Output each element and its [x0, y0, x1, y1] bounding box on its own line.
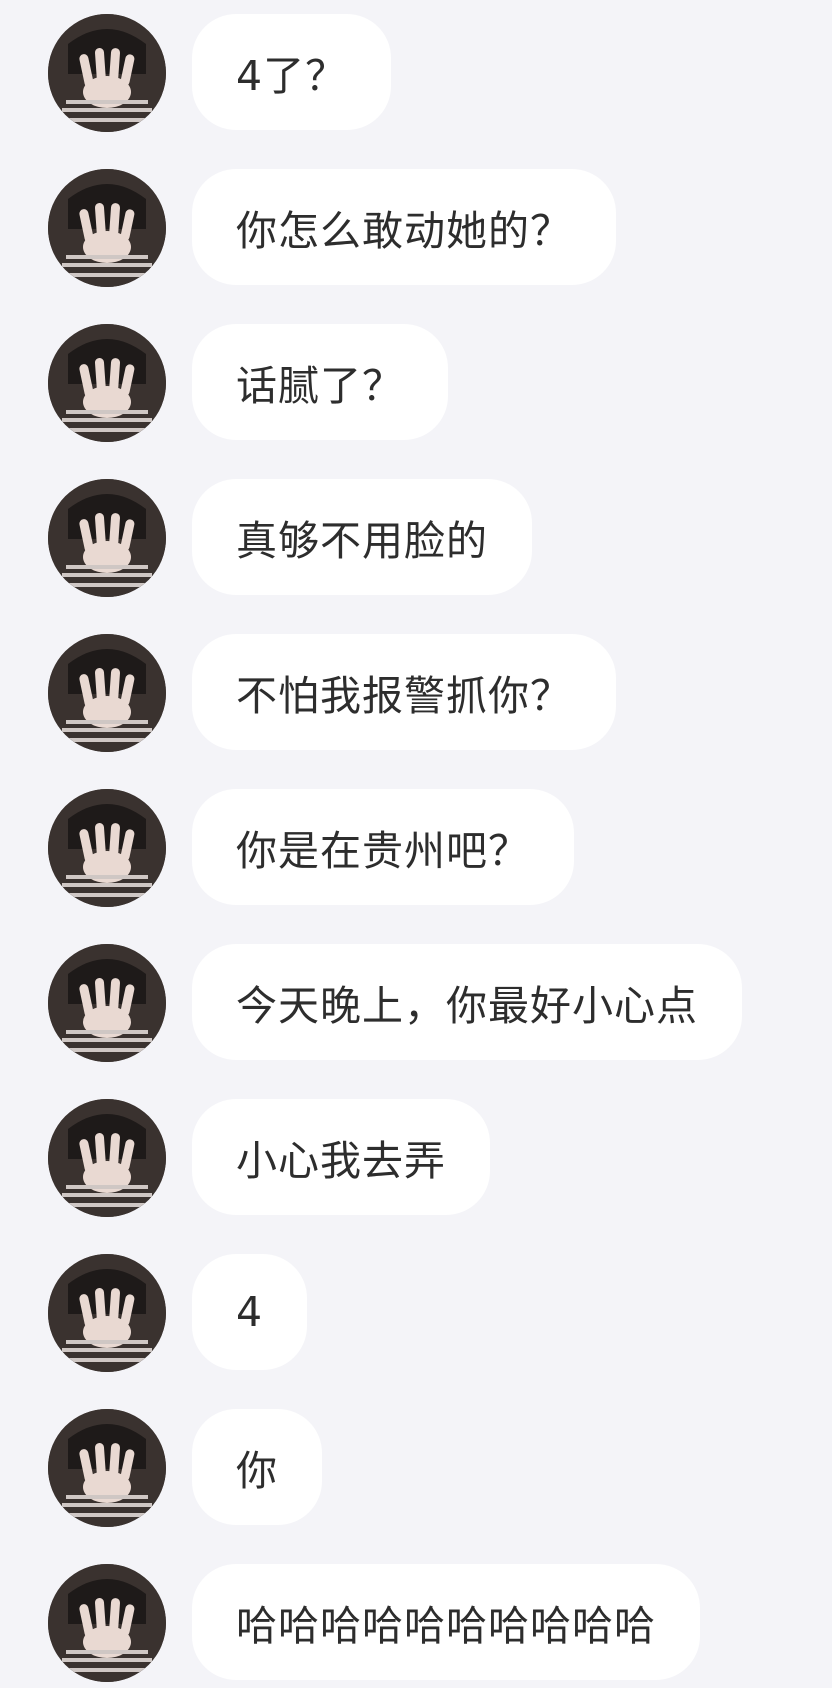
- message-row: 话腻了？: [0, 324, 832, 442]
- avatar[interactable]: [48, 944, 166, 1062]
- message-row: 真够不用脸的: [0, 479, 832, 597]
- message-text: 哈哈哈哈哈哈哈哈哈哈: [236, 1602, 656, 1650]
- message-bubble[interactable]: 今天晚上，你最好小心点: [192, 944, 742, 1060]
- avatar[interactable]: [48, 1409, 166, 1527]
- message-row: 哈哈哈哈哈哈哈哈哈哈: [0, 1564, 832, 1682]
- avatar[interactable]: [48, 14, 166, 132]
- message-row: 你是在贵州吧？: [0, 789, 832, 907]
- message-text: 不怕我报警抓你？: [236, 672, 572, 720]
- avatar[interactable]: [48, 1564, 166, 1682]
- avatar-hand-icon: [48, 634, 166, 752]
- message-text: 你怎么敢动她的？: [236, 207, 572, 255]
- avatar-hand-icon: [48, 789, 166, 907]
- message-bubble[interactable]: 4: [192, 1254, 308, 1370]
- avatar-hand-icon: [48, 1254, 166, 1372]
- avatar-hand-icon: [48, 1409, 166, 1527]
- message-bubble[interactable]: 真够不用脸的: [192, 479, 532, 595]
- message-bubble[interactable]: 4了？: [192, 14, 392, 130]
- message-text: 话腻了？: [236, 362, 404, 410]
- message-row: 4: [0, 1254, 832, 1372]
- message-row: 今天晚上，你最好小心点: [0, 944, 832, 1062]
- message-text: 今天晚上，你最好小心点: [236, 982, 698, 1030]
- avatar[interactable]: [48, 479, 166, 597]
- avatar-hand-icon: [48, 1099, 166, 1217]
- message-row: 你: [0, 1409, 832, 1527]
- avatar[interactable]: [48, 1254, 166, 1372]
- message-bubble[interactable]: 话腻了？: [192, 324, 448, 440]
- avatar[interactable]: [48, 789, 166, 907]
- message-text: 你是在贵州吧？: [236, 827, 530, 875]
- message-bubble[interactable]: 不怕我报警抓你？: [192, 634, 616, 750]
- avatar-hand-icon: [48, 324, 166, 442]
- avatar-hand-icon: [48, 1564, 166, 1682]
- message-row: 你怎么敢动她的？: [0, 169, 832, 287]
- message-row: 小心我去弄: [0, 1099, 832, 1217]
- message-text: 4了？: [236, 52, 348, 100]
- chat-message-list: 4了？ 你怎么敢动她的？ 话腻了？ 真够不用脸的 不怕我报警抓你？ 你是在贵州吧…: [0, 0, 832, 1688]
- message-row: 4了？: [0, 14, 832, 132]
- message-bubble[interactable]: 小心我去弄: [192, 1099, 490, 1215]
- avatar[interactable]: [48, 634, 166, 752]
- message-bubble[interactable]: 你: [192, 1409, 322, 1525]
- message-text: 你: [236, 1447, 278, 1495]
- message-bubble[interactable]: 你是在贵州吧？: [192, 789, 574, 905]
- message-text: 4: [236, 1288, 264, 1336]
- avatar-hand-icon: [48, 14, 166, 132]
- message-row: 不怕我报警抓你？: [0, 634, 832, 752]
- avatar-hand-icon: [48, 169, 166, 287]
- avatar-hand-icon: [48, 944, 166, 1062]
- avatar[interactable]: [48, 169, 166, 287]
- message-text: 小心我去弄: [236, 1137, 446, 1185]
- avatar-hand-icon: [48, 479, 166, 597]
- avatar[interactable]: [48, 324, 166, 442]
- message-bubble[interactable]: 哈哈哈哈哈哈哈哈哈哈: [192, 1564, 700, 1680]
- message-text: 真够不用脸的: [236, 517, 488, 565]
- avatar[interactable]: [48, 1099, 166, 1217]
- message-bubble[interactable]: 你怎么敢动她的？: [192, 169, 616, 285]
